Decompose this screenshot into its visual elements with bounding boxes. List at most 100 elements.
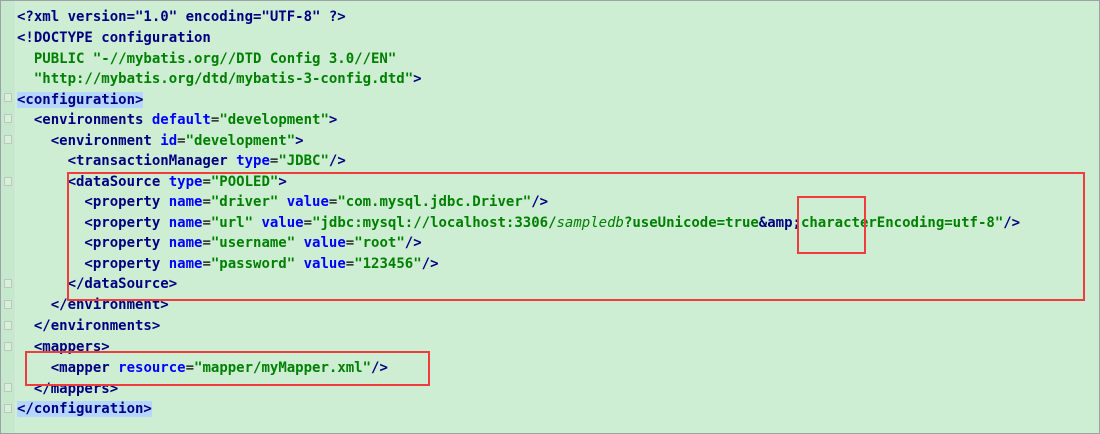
code-token: "password" (210, 256, 296, 272)
code-token: value (303, 235, 346, 251)
code-line-text: <mapper resource="mapper/myMapper.xml"/> (17, 358, 388, 378)
code-token: "http://mybatis.org/dtd/mybatis-3-config… (17, 71, 414, 87)
code-token: <!DOCTYPE configuration (17, 30, 211, 46)
code-token: > (278, 174, 287, 190)
code-token: &amp; (758, 215, 801, 231)
code-token: characterEncoding=utf-8" (800, 215, 1004, 231)
code-token: /> (328, 153, 346, 169)
code-token: "development" (185, 133, 296, 149)
code-token: value (303, 256, 346, 272)
code-line-text: <environment id="development"> (17, 131, 304, 151)
code-token: "POOLED" (210, 174, 279, 190)
code-token: <environments (17, 112, 152, 128)
code-token: <configuration> (17, 92, 144, 108)
code-token: = (202, 194, 211, 210)
code-line-text: <!DOCTYPE configuration (17, 28, 211, 48)
code-token: /> (404, 235, 422, 251)
code-token: <property (17, 194, 169, 210)
code-line-text: PUBLIC "-//mybatis.org//DTD Config 3.0//… (17, 49, 396, 69)
code-token: <property (17, 256, 169, 272)
code-token: "root" (354, 235, 405, 251)
code-token: id (160, 133, 178, 149)
code-line-text: </mappers> (17, 379, 118, 399)
code-token: > (413, 71, 422, 87)
code-line-text: <transactionManager type="JDBC"/> (17, 151, 346, 171)
fold-marker-icon[interactable] (4, 342, 12, 351)
code-token: "development" (219, 112, 329, 128)
code-token: "url" (210, 215, 254, 231)
code-token: "123456" (354, 256, 422, 272)
code-line-text: </environments> (17, 316, 160, 336)
code-token: name (168, 235, 203, 251)
code-line-text: </environment> (17, 295, 169, 315)
code-token: > (295, 133, 304, 149)
fold-marker-icon[interactable] (4, 300, 12, 309)
code-token: </mappers> (17, 381, 119, 397)
code-token: type (168, 174, 203, 190)
code-line-text: <property name="url" value="jdbc:mysql:/… (17, 213, 1020, 233)
code-line-text: <configuration> (17, 90, 144, 110)
code-token: <dataSource (17, 174, 169, 190)
code-token: sampledb (556, 215, 624, 231)
code-token: "driver" (210, 194, 279, 210)
code-token: <?xml version="1.0" encoding="UTF-8" ?> (17, 9, 346, 25)
fold-marker-icon[interactable] (4, 114, 12, 123)
code-token: </dataSource> (17, 276, 178, 292)
code-token: "username" (210, 235, 296, 251)
code-token: value (286, 194, 329, 210)
code-token: = (202, 215, 211, 231)
fold-marker-icon[interactable] (4, 321, 12, 330)
code-token: = (345, 256, 355, 272)
code-line-text: <property name="driver" value="com.mysql… (17, 192, 548, 212)
code-token: name (168, 215, 203, 231)
code-token: "com.mysql.jdbc.Driver" (337, 194, 532, 210)
code-token: = (345, 235, 355, 251)
code-token: <mapper (17, 360, 119, 376)
fold-marker-icon[interactable] (4, 383, 12, 392)
code-line-text: <mappers> (17, 337, 110, 357)
code-token: <environment (17, 133, 161, 149)
code-token: /> (421, 256, 439, 272)
code-token: <property (17, 235, 169, 251)
code-token: <property (17, 215, 169, 231)
code-line-text: <?xml version="1.0" encoding="UTF-8" ?> (17, 7, 346, 27)
code-token: = (202, 174, 211, 190)
code-token: /> (531, 194, 549, 210)
fold-marker-icon[interactable] (4, 177, 12, 186)
code-token: resource (118, 360, 186, 376)
code-token: type (236, 153, 270, 169)
fold-marker-icon[interactable] (4, 404, 12, 413)
code-line-text: <dataSource type="POOLED"> (17, 172, 287, 192)
fold-marker-icon[interactable] (4, 93, 12, 102)
fold-marker-icon[interactable] (4, 135, 12, 144)
code-token: = (202, 256, 211, 272)
code-token: name (168, 194, 203, 210)
code-token: </environment> (17, 297, 169, 313)
code-token: ?useUnicode=true (623, 215, 759, 231)
code-token: = (185, 360, 195, 376)
code-line-text: </configuration> (17, 399, 152, 419)
code-token: value (261, 215, 304, 231)
fold-marker-icon[interactable] (4, 279, 12, 288)
code-token: "JDBC" (278, 153, 329, 169)
code-line-text: <property name="username" value="root"/> (17, 233, 422, 253)
code-token: = (202, 235, 211, 251)
code-token: name (168, 256, 203, 272)
code-token: > (328, 112, 338, 128)
code-line-text: "http://mybatis.org/dtd/mybatis-3-config… (17, 69, 422, 89)
code-line-text: </dataSource> (17, 274, 178, 294)
code-line-text: <environments default="development"> (17, 110, 337, 130)
code-token: = (303, 215, 313, 231)
code-token: <mappers> (17, 339, 110, 355)
xml-editor[interactable]: <?xml version="1.0" encoding="UTF-8" ?> <… (0, 0, 1100, 434)
code-token: = (177, 133, 186, 149)
code-token: <transactionManager (17, 153, 237, 169)
editor-gutter (1, 1, 16, 433)
code-token: default (151, 112, 211, 128)
code-token: PUBLIC "-//mybatis.org//DTD Config 3.0//… (17, 51, 397, 67)
code-token: </environments> (17, 318, 161, 334)
code-token: /> (371, 360, 388, 376)
code-token: /> (1003, 215, 1021, 231)
